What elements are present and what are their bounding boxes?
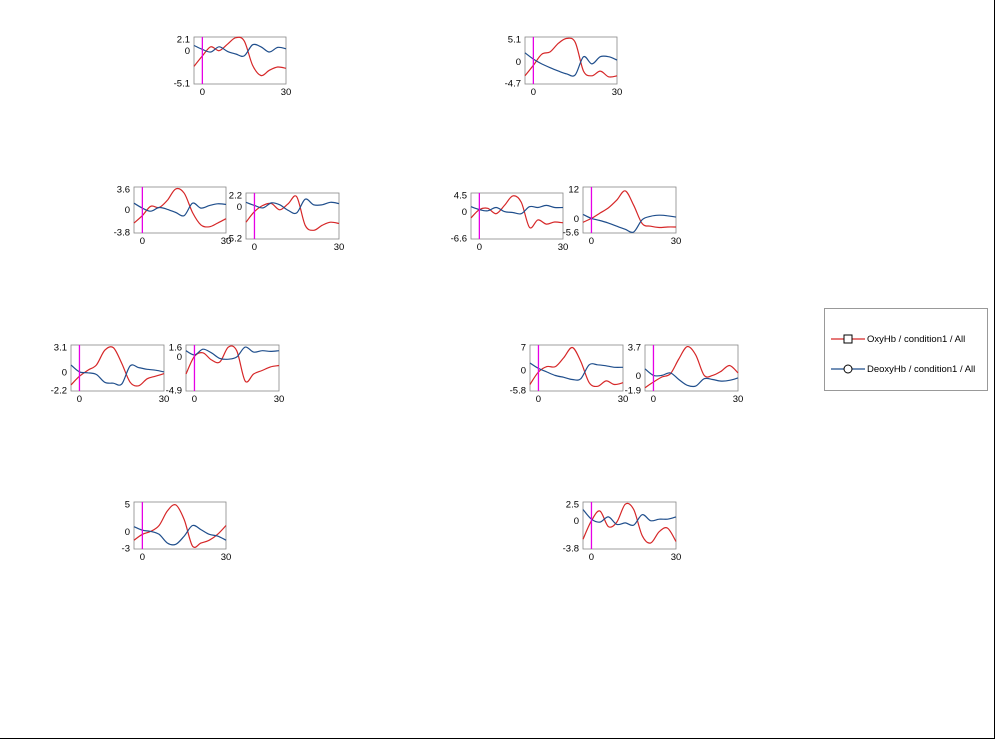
x-tick-label: 30 bbox=[558, 242, 569, 253]
y-tick-label: -4.7 bbox=[505, 79, 521, 90]
x-tick-label: 0 bbox=[192, 394, 197, 405]
plot-frame bbox=[524, 36, 618, 85]
plot-frame bbox=[70, 344, 165, 392]
y-tick-label: 0 bbox=[177, 352, 182, 363]
subplot-4: 2.20-5.20 30 bbox=[226, 191, 345, 254]
x-tick-label: 0 bbox=[589, 236, 594, 247]
y-tick-label: 0 bbox=[125, 205, 130, 216]
subplot-1: 2.10-5.10 30 bbox=[174, 35, 292, 99]
plot-frame bbox=[133, 501, 227, 550]
plot-frame bbox=[582, 501, 677, 550]
y-tick-label: -3.8 bbox=[114, 228, 130, 239]
x-tick-label: 30 bbox=[274, 394, 285, 405]
subplot-3: 3.60-3.80 30 bbox=[114, 185, 232, 248]
y-tick-label: 2.2 bbox=[229, 191, 242, 202]
y-tick-label: -3.8 bbox=[563, 544, 579, 555]
x-tick-label: 0 bbox=[477, 242, 482, 253]
y-tick-label: 0 bbox=[185, 46, 190, 57]
y-tick-label: 3.6 bbox=[117, 185, 130, 196]
y-tick-label: 0 bbox=[521, 366, 526, 377]
legend: OxyHb / condition1 / All DeoxyHb / condi… bbox=[824, 308, 988, 391]
subplot-9: 70-5.80 30 bbox=[510, 343, 629, 406]
x-tick-label: 0 bbox=[77, 394, 82, 405]
subplot-2: 5.1 0 -4.7 0 30 bbox=[505, 35, 623, 99]
y-tick-label: -5.1 bbox=[174, 79, 190, 90]
x-tick-label: 30 bbox=[733, 394, 744, 405]
plot-frame bbox=[185, 344, 280, 392]
x-tick-label: 0 bbox=[589, 552, 594, 563]
legend-item-oxyhb: OxyHb / condition1 / All bbox=[831, 331, 965, 347]
subplot-10: 3.7 0 -1.9 0 30 bbox=[625, 343, 744, 406]
x-tick-label: 0 bbox=[651, 394, 656, 405]
legend-item-deoxyhb: DeoxyHb / condition1 / All bbox=[831, 361, 975, 377]
y-tick-label: 7 bbox=[521, 343, 526, 354]
legend-label-oxyhb: OxyHb / condition1 / All bbox=[867, 333, 966, 345]
x-tick-label: 0 bbox=[140, 236, 145, 247]
y-tick-label: 0 bbox=[574, 214, 579, 225]
y-tick-label: -3 bbox=[122, 544, 130, 555]
x-tick-label: 0 bbox=[531, 87, 536, 98]
y-tick-label: 0 bbox=[125, 527, 130, 538]
x-tick-label: 30 bbox=[221, 552, 232, 563]
x-tick-label: 0 bbox=[200, 87, 205, 98]
x-tick-label: 0 bbox=[536, 394, 541, 405]
x-tick-label: 0 bbox=[140, 552, 145, 563]
y-tick-label: 2.5 bbox=[566, 500, 579, 511]
y-tick-label: -5.2 bbox=[226, 234, 242, 245]
x-tick-label: 30 bbox=[612, 87, 623, 98]
y-tick-label: 3.1 bbox=[54, 343, 67, 354]
y-tick-label: 0 bbox=[574, 516, 579, 527]
legend-label-deoxyhb: DeoxyHb / condition1 / All bbox=[867, 363, 976, 375]
plot-frame bbox=[644, 344, 739, 392]
x-tick-label: 30 bbox=[334, 242, 345, 253]
subplot-6: 12 0 -5.6 0 30 bbox=[563, 185, 682, 248]
subplot-7: 3.10-2.20 30 bbox=[51, 343, 170, 406]
subplot-12: 2.5 0 -3.8 0 30 bbox=[563, 500, 682, 564]
x-tick-label: 30 bbox=[671, 552, 682, 563]
y-tick-label: -4.9 bbox=[166, 386, 182, 397]
subplot-5: 4.5 0 -6.6 0 30 bbox=[451, 191, 569, 254]
subplot-11: 5 0 -3 0 30 bbox=[122, 500, 232, 564]
y-tick-label: 4.5 bbox=[454, 191, 467, 202]
y-tick-label: 5 bbox=[125, 500, 130, 511]
subplot-8: 1.60-4.90 30 bbox=[166, 343, 285, 406]
y-tick-label: 0 bbox=[62, 367, 67, 378]
y-tick-label: -5.8 bbox=[510, 386, 526, 397]
y-tick-label: -1.9 bbox=[625, 386, 641, 397]
figure-canvas: 2.1 0 -5.1 0 30 5.1 0 -4.7 0 30 3.6 0 -3.8 0 30 2.2 0 -5.… bbox=[0, 0, 995, 739]
y-tick-label: 3.7 bbox=[628, 343, 641, 354]
y-tick-label: -6.6 bbox=[451, 234, 467, 245]
x-tick-label: 0 bbox=[252, 242, 257, 253]
circle-icon bbox=[831, 364, 865, 374]
y-tick-label: -5.6 bbox=[563, 228, 579, 239]
square-icon bbox=[831, 334, 865, 344]
y-tick-label: 0 bbox=[237, 202, 242, 213]
plot-frame bbox=[245, 192, 340, 240]
y-tick-label: 12 bbox=[568, 185, 579, 196]
x-tick-label: 30 bbox=[671, 236, 682, 247]
y-tick-label: 0 bbox=[516, 57, 521, 68]
y-tick-label: 0 bbox=[636, 371, 641, 382]
x-tick-label: 30 bbox=[281, 87, 292, 98]
plot-frame bbox=[470, 192, 564, 240]
y-tick-label: -2.2 bbox=[51, 386, 67, 397]
y-tick-label: 2.1 bbox=[177, 35, 190, 46]
y-tick-label: 5.1 bbox=[508, 35, 521, 46]
y-tick-label: 0 bbox=[462, 207, 467, 218]
plot-frame bbox=[582, 186, 677, 234]
plot-frame bbox=[193, 36, 287, 85]
